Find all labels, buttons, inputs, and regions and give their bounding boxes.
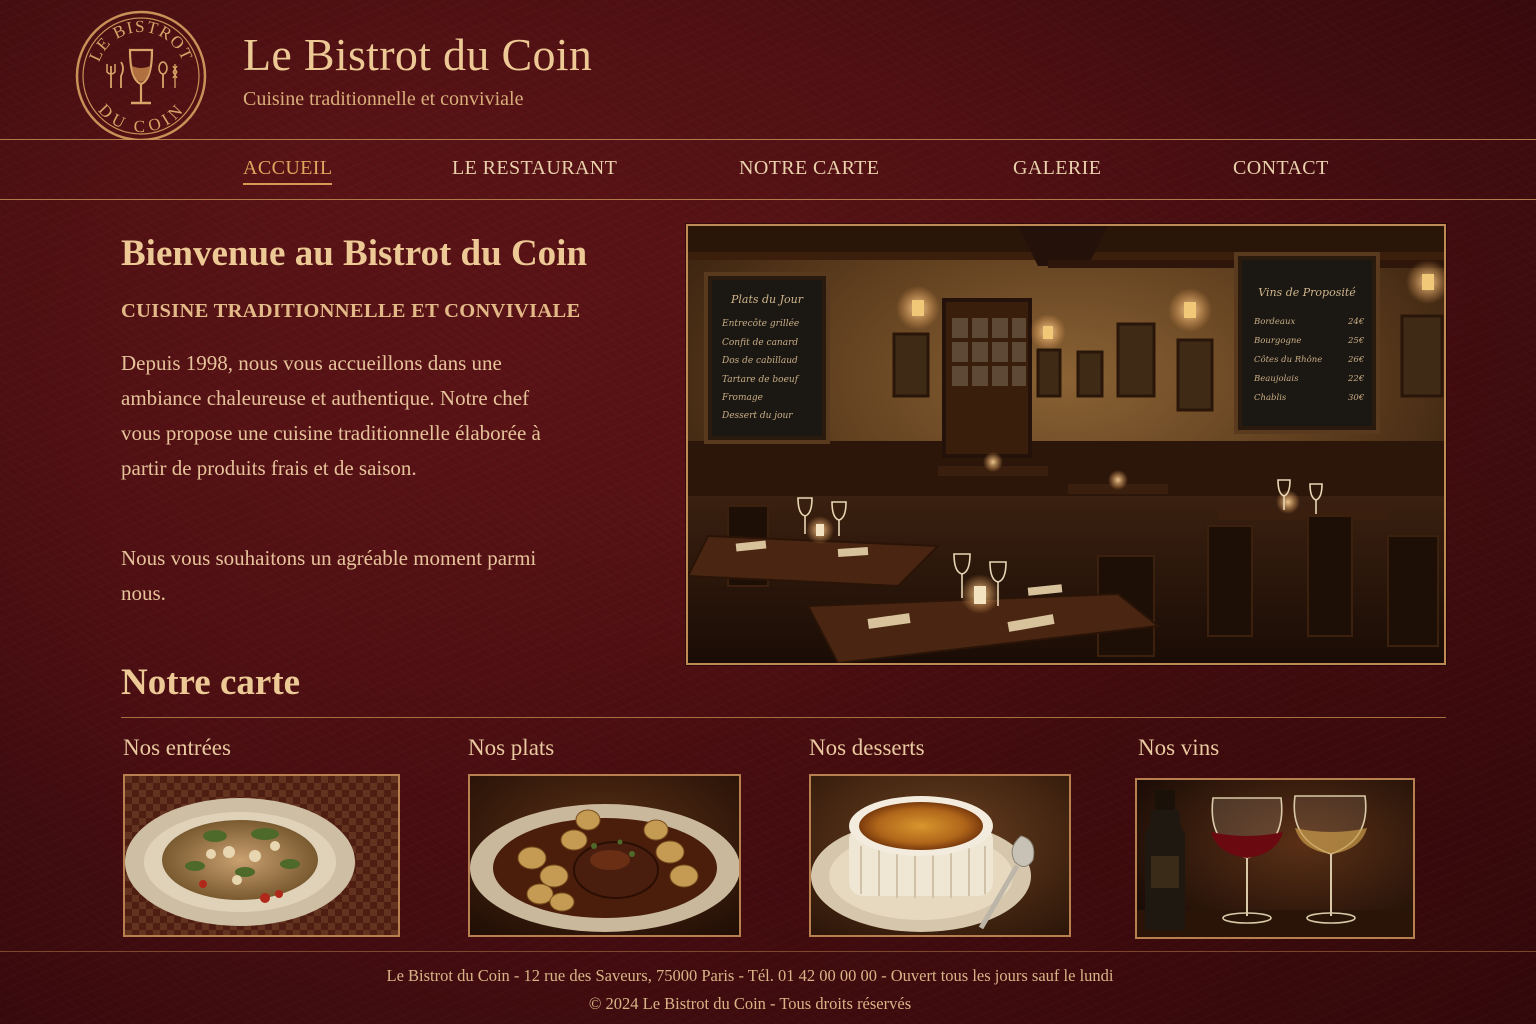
nav-item-notre-carte[interactable]: NOTRE CARTE <box>739 157 879 180</box>
menu-section-heading: Notre carte <box>121 662 301 703</box>
wine-list-name: Beaujolais <box>1253 374 1299 384</box>
wine-list-price: 22€ <box>1347 374 1365 384</box>
welcome-paragraph: Depuis 1998, nous vous accueillons dans … <box>121 351 541 480</box>
wine-list-price: 26€ <box>1347 355 1365 365</box>
nav-item-galerie[interactable]: GALERIE <box>1013 157 1101 180</box>
menu-category-vins-image[interactable] <box>1135 778 1415 939</box>
site-tagline: Cuisine traditionnelle et conviviale <box>243 88 524 110</box>
welcome-closing-paragraph: Nous vous souhaitons un agréable moment … <box>121 546 537 605</box>
welcome-heading: Bienvenue au Bistrot du Coin <box>121 233 588 274</box>
menu-category-desserts-image[interactable] <box>809 774 1071 937</box>
wine-list-price: 30€ <box>1348 393 1365 403</box>
site-header: LE BISTROT DU COIN Le Bistrot du Coin Cu… <box>0 0 1536 142</box>
menu-category-plats-image[interactable] <box>468 774 741 937</box>
wine-list-name: Bourgogne <box>1253 336 1301 346</box>
wine-list-price: 24€ <box>1347 317 1365 327</box>
menu-category-entrees-label[interactable]: Nos entrées <box>123 735 231 761</box>
bistrot-logo[interactable]: LE BISTROT DU COIN <box>75 8 207 142</box>
wine-list-name: Côtes du Rhône <box>1254 354 1322 365</box>
wine-list-name: Bordeaux <box>1253 317 1295 327</box>
wine-list-name: Chablis <box>1254 393 1287 403</box>
nav-item-le-restaurant[interactable]: LE RESTAURANT <box>452 157 617 180</box>
chalkboard-right-title: Vins de Proposité <box>1258 286 1356 299</box>
welcome-subheading: CUISINE TRADITIONNELLE ET CONVIVIALE <box>121 300 581 322</box>
page: LE BISTROT DU COIN Le Bistrot du Coin Cu… <box>0 0 1536 1024</box>
footer-divider <box>0 951 1536 952</box>
chalkboard-left-item: Dos de cabillaud <box>721 356 798 366</box>
chalkboard-left-item: Entrecôte grillée <box>721 318 799 329</box>
chalkboard-left-item: Dessert du jour <box>721 411 793 421</box>
footer-copyright: © 2024 Le Bistrot du Coin - Tous droits … <box>588 994 912 1013</box>
chalkboard-left-title: Plats du Jour <box>730 293 804 306</box>
site-title: Le Bistrot du Coin <box>243 29 593 80</box>
chalkboard-left-item: Fromage <box>721 393 763 403</box>
chalkboard-left-item: Tartare de boeuf <box>722 375 800 385</box>
menu-category-vins-label[interactable]: Nos vins <box>1138 735 1219 761</box>
menu-category-plats-label[interactable]: Nos plats <box>468 735 554 761</box>
nav-item-accueil[interactable]: ACCUEIL <box>243 157 333 185</box>
chalkboard-left-item: Confit de canard <box>722 338 798 348</box>
menu-divider <box>121 717 1446 718</box>
wine-list-price: 25€ <box>1347 336 1365 346</box>
footer-contact-info: Le Bistrot du Coin - 12 rue des Saveurs,… <box>386 966 1114 985</box>
menu-category-entrees-image[interactable] <box>123 774 400 937</box>
main-nav: ACCUEIL LE RESTAURANT NOTRE CARTE GALERI… <box>0 140 1536 200</box>
menu-category-desserts-label[interactable]: Nos desserts <box>809 735 925 761</box>
restaurant-interior-photo: Plats du Jour Entrecôte grillée Confit d… <box>686 224 1446 665</box>
nav-item-contact[interactable]: CONTACT <box>1233 157 1329 180</box>
